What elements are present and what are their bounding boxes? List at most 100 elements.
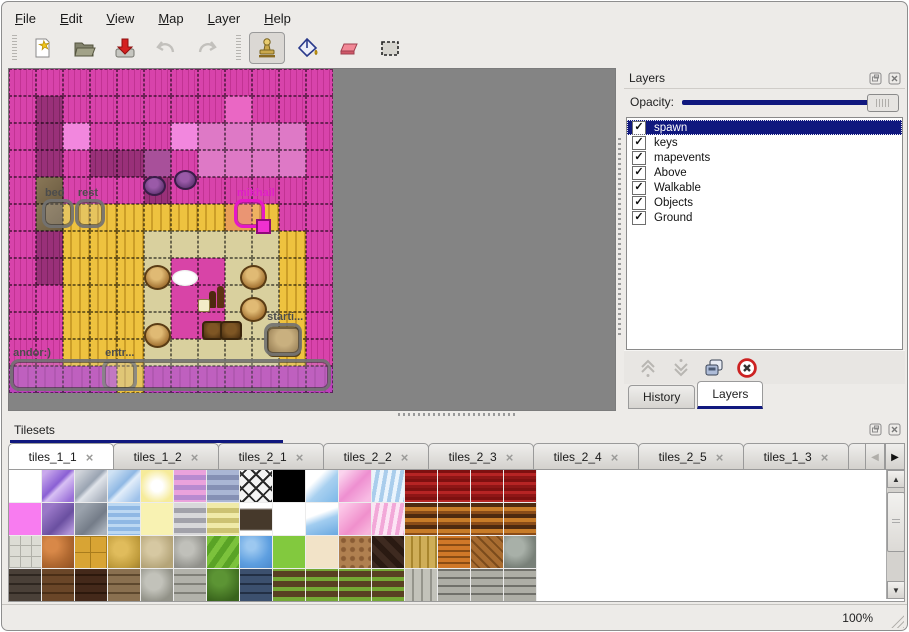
tileset-tile-brown-wall[interactable] — [42, 569, 75, 602]
tileset-tile-magenta[interactable] — [9, 503, 42, 536]
map-object-rest[interactable]: rest — [75, 199, 105, 228]
layer-visibility-checkbox[interactable]: ✓ — [632, 121, 646, 135]
tileset-tile-pale-yellow[interactable] — [141, 503, 174, 536]
opacity-slider[interactable] — [682, 93, 899, 111]
layer-row-Walkable[interactable]: ✓Walkable — [627, 180, 902, 195]
tab-close-icon[interactable]: × — [401, 450, 409, 465]
tileset-tile-purple-glass[interactable] — [42, 470, 75, 503]
tab-close-icon[interactable]: × — [506, 450, 514, 465]
resize-grip[interactable] — [887, 611, 904, 628]
tileset-tab-tiles_2_3[interactable]: tiles_2_3× — [428, 443, 534, 470]
layer-visibility-checkbox[interactable]: ✓ — [632, 136, 646, 150]
menu-help[interactable]: Help — [264, 11, 291, 26]
layer-row-Ground[interactable]: ✓Ground — [627, 210, 902, 225]
tileset-tile-gold-tiles[interactable] — [75, 536, 108, 569]
scroll-down-button[interactable]: ▼ — [887, 581, 905, 599]
tileset-tile-basket-weave[interactable] — [438, 536, 471, 569]
map-object-mikhail[interactable]: mikhail — [234, 199, 265, 228]
tileset-tile-dark-wall[interactable] — [9, 569, 42, 602]
tileset-tab-tiles_2_5[interactable]: tiles_2_5× — [638, 443, 744, 470]
tileset-tile-dark-roof[interactable] — [372, 536, 405, 569]
tileset-tile-farm-rows[interactable] — [372, 569, 405, 602]
tileset-tile-beige-cobble[interactable] — [141, 536, 174, 569]
float-panel-button[interactable] — [868, 71, 883, 85]
close-panel-button[interactable] — [887, 71, 902, 85]
tileset-tile-pink-stripes[interactable] — [174, 470, 207, 503]
tileset-tile-white[interactable] — [9, 470, 42, 503]
tileset-tile-blue-glass[interactable] — [108, 470, 141, 503]
menu-view[interactable]: View — [106, 11, 134, 26]
tileset-tile-grass-stripes[interactable] — [207, 536, 240, 569]
menu-layer[interactable]: Layer — [208, 11, 241, 26]
tileset-tile-farm-rows[interactable] — [306, 569, 339, 602]
object-resize-handle[interactable] — [256, 219, 271, 234]
tileset-tile-wood-planks[interactable] — [405, 536, 438, 569]
map-canvas[interactable]: bedrestmikhailstarti...entr...andor:) — [8, 68, 616, 411]
float-tilesets-button[interactable] — [868, 423, 883, 437]
eraser-tool-button[interactable] — [331, 32, 367, 64]
duplicate-layer-button[interactable] — [702, 356, 726, 380]
fill-tool-button[interactable] — [290, 32, 326, 64]
tileset-tile-red-curtain[interactable] — [405, 470, 438, 503]
tileset-tile-green[interactable] — [273, 536, 306, 569]
tileset-tile-gray-cobble[interactable] — [174, 536, 207, 569]
map-object-bed[interactable]: bed — [42, 199, 74, 228]
horizontal-splitter[interactable] — [8, 410, 905, 419]
layer-visibility-checkbox[interactable]: ✓ — [632, 151, 646, 165]
dock-tab-history[interactable]: History — [628, 385, 695, 409]
new-file-button[interactable] — [25, 32, 61, 64]
layer-row-Above[interactable]: ✓Above — [627, 165, 902, 180]
tileset-tile-farm-rows[interactable] — [273, 569, 306, 602]
undo-button[interactable] — [148, 32, 184, 64]
tileset-tile-brown-dots[interactable] — [339, 536, 372, 569]
tileset-tile-brown-stripes[interactable] — [504, 503, 537, 536]
tileset-tile-dark-brown-wall[interactable] — [75, 569, 108, 602]
tileset-tile-gray-brick2[interactable] — [471, 569, 504, 602]
tileset-tab-tiles_1_4[interactable]: tiles_1_4× — [848, 443, 865, 470]
tileset-tile-gray-planks[interactable] — [405, 569, 438, 602]
raise-layer-button[interactable] — [636, 356, 660, 380]
tileset-tile-gray-brick[interactable] — [174, 569, 207, 602]
tileset-tile-yellow-stones[interactable] — [108, 536, 141, 569]
tileset-tile-stone-brown-wall[interactable] — [108, 569, 141, 602]
tileset-tile-gray-brick2[interactable] — [504, 569, 537, 602]
tileset-tile-red-curtain[interactable] — [438, 470, 471, 503]
tab-close-icon[interactable]: × — [86, 450, 94, 465]
toolbar-drag-handle-2[interactable] — [236, 35, 241, 61]
tileset-scrollbar[interactable]: ▲ ▼ — [886, 470, 904, 599]
tileset-tile-pink-waves[interactable] — [372, 503, 405, 536]
tab-close-icon[interactable]: × — [821, 450, 829, 465]
layer-row-Objects[interactable]: ✓Objects — [627, 195, 902, 210]
menu-edit[interactable]: Edit — [60, 11, 82, 26]
vertical-splitter[interactable] — [615, 68, 624, 409]
layer-row-keys[interactable]: ✓keys — [627, 135, 902, 150]
lower-layer-button[interactable] — [669, 356, 693, 380]
tileset-tile-red-curtain[interactable] — [504, 470, 537, 503]
save-file-button[interactable] — [107, 32, 143, 64]
tileset-tile-brown-stripes[interactable] — [405, 503, 438, 536]
layer-row-mapevents[interactable]: ✓mapevents — [627, 150, 902, 165]
tileset-tile-light-blue[interactable] — [306, 503, 339, 536]
tileset-tile-brown-stripes[interactable] — [471, 503, 504, 536]
tileset-tile-blue-water[interactable] — [240, 536, 273, 569]
tileset-tile-gray-glass-dark[interactable] — [75, 503, 108, 536]
tileset-tab-tiles_1_2[interactable]: tiles_1_2× — [113, 443, 219, 470]
tileset-tab-tiles_1_3[interactable]: tiles_1_3× — [743, 443, 849, 470]
tab-scroll-right-button[interactable]: ▶ — [885, 443, 905, 471]
tileset-tile-pink-glass2[interactable] — [339, 503, 372, 536]
tileset-tile-hedge[interactable] — [207, 569, 240, 602]
toolbar-drag-handle[interactable] — [12, 35, 17, 61]
tileset-tile-brown-stripes[interactable] — [438, 503, 471, 536]
layer-visibility-checkbox[interactable]: ✓ — [632, 166, 646, 180]
tileset-tile-pale-sand[interactable] — [306, 536, 339, 569]
tileset-tile-gray-stones[interactable] — [141, 569, 174, 602]
layer-row-spawn[interactable]: ✓spawn — [627, 120, 902, 135]
tileset-tab-tiles_1_1[interactable]: tiles_1_1× — [8, 443, 114, 470]
tileset-tile-herringbone[interactable] — [471, 536, 504, 569]
tileset-tab-tiles_2_4[interactable]: tiles_2_4× — [533, 443, 639, 470]
tileset-tab-tiles_2_2[interactable]: tiles_2_2× — [323, 443, 429, 470]
map-object-starti[interactable]: starti... — [264, 323, 302, 356]
tileset-tile-stone-tiles[interactable] — [9, 536, 42, 569]
tileset-tile-gray-glass[interactable] — [75, 470, 108, 503]
tileset-tile-pink-glass[interactable] — [339, 470, 372, 503]
